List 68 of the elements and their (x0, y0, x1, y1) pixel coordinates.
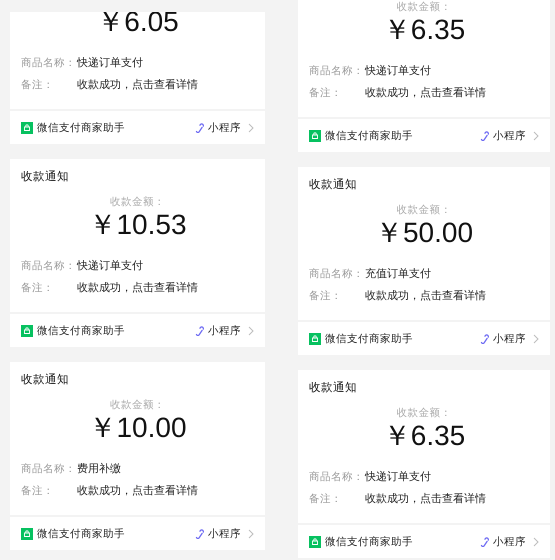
link-icon (195, 326, 205, 336)
notification-title: 收款通知 (309, 176, 358, 192)
field-value: 快递订单支付 (365, 63, 431, 79)
chevron-right-icon[interactable] (248, 528, 254, 538)
shop-bag-icon (309, 130, 321, 142)
field-value: 收款成功，点击查看详情 (365, 85, 486, 101)
merchant-assistant-label: 微信支付商家助手 (325, 128, 414, 142)
notification-title: 收款通知 (21, 168, 70, 184)
field-label: 商品名称： (309, 267, 365, 282)
link-icon (480, 334, 490, 344)
merchant-assistant-label: 微信支付商家助手 (37, 526, 126, 540)
amount-label: 收款金额： (110, 398, 165, 412)
field-label: 备注： (21, 484, 55, 499)
chevron-right-icon[interactable] (533, 334, 539, 344)
amount-label: 收款金额： (396, 203, 452, 217)
amount-value: ￥10.53 (88, 209, 187, 241)
link-icon (195, 528, 205, 538)
mini-program-link[interactable]: 小程序 (480, 128, 526, 142)
shop-bag-icon (21, 528, 33, 540)
amount-label: 收款金额： (396, 406, 452, 420)
merchant-assistant-label: 微信支付商家助手 (37, 120, 126, 134)
chevron-right-icon[interactable] (248, 326, 254, 336)
field-value: 快递订单支付 (365, 469, 431, 485)
amount-label: 收款金额： (396, 0, 452, 14)
field-label: 商品名称： (21, 462, 77, 477)
field-label: 备注： (309, 86, 343, 101)
mini-program-link[interactable]: 小程序 (480, 534, 526, 548)
chevron-right-icon[interactable] (533, 536, 539, 546)
mini-program-link[interactable]: 小程序 (480, 332, 526, 346)
amount-value: ￥10.00 (88, 412, 187, 444)
shop-bag-icon (309, 536, 321, 548)
field-value: 收款成功，点击查看详情 (365, 288, 486, 304)
field-value: 收款成功，点击查看详情 (77, 483, 198, 499)
field-label: 商品名称： (21, 56, 76, 71)
link-icon (480, 130, 490, 140)
field-value: 收款成功，点击查看详情 (365, 491, 486, 507)
mini-program-link[interactable]: 小程序 (195, 526, 241, 540)
amount-label: 收款金额： (110, 195, 165, 209)
field-value: 快递订单支付 (77, 55, 143, 71)
field-label: 备注： (309, 492, 343, 507)
field-label: 备注： (309, 289, 343, 304)
link-icon (195, 122, 205, 132)
mini-program-link[interactable]: 小程序 (195, 120, 241, 134)
merchant-assistant-label: 微信支付商家助手 (325, 534, 414, 548)
notification-title: 收款通知 (309, 379, 358, 395)
shop-bag-icon (21, 324, 33, 336)
shop-bag-icon (309, 332, 321, 344)
merchant-assistant-label: 微信支付商家助手 (37, 324, 126, 338)
chevron-right-icon[interactable] (533, 130, 539, 140)
amount-value: ￥6.35 (382, 420, 466, 452)
notification-title: 收款通知 (21, 371, 70, 387)
shop-bag-icon (21, 122, 33, 134)
field-value: 充值订单支付 (365, 266, 431, 282)
field-value: 费用补缴 (77, 461, 121, 477)
field-label: 备注： (21, 281, 55, 296)
field-value: 收款成功，点击查看详情 (77, 77, 198, 93)
amount-value: ￥6.35 (382, 14, 466, 46)
field-value: 收款成功，点击查看详情 (77, 280, 198, 296)
field-label: 商品名称： (309, 470, 364, 485)
field-label: 商品名称： (309, 64, 364, 79)
amount-value: ￥50.00 (374, 217, 474, 249)
chevron-right-icon[interactable] (248, 122, 254, 132)
link-icon (480, 536, 490, 546)
merchant-assistant-label: 微信支付商家助手 (325, 332, 414, 346)
field-label: 商品名称： (21, 259, 76, 274)
field-label: 备注： (21, 78, 55, 93)
mini-program-link[interactable]: 小程序 (195, 324, 241, 338)
field-value: 快递订单支付 (77, 258, 143, 274)
